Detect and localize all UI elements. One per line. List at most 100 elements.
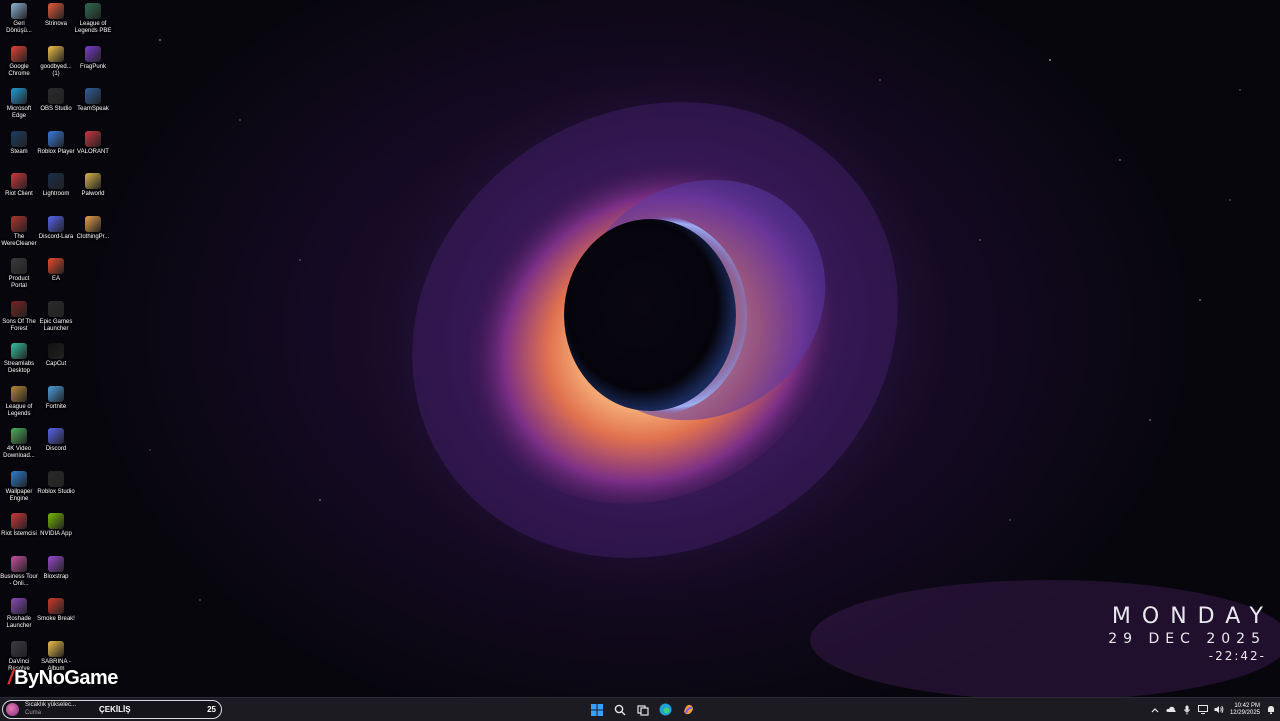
desktop-shortcut[interactable]: NVIDIA App: [37, 513, 75, 538]
desktop-shortcut[interactable]: Smoke Break!: [37, 598, 75, 623]
desktop-shortcut[interactable]: Roblox Studio: [37, 470, 75, 496]
bloxstrap-icon: [48, 555, 64, 572]
desktop-shortcut[interactable]: Epic Games Launcher: [37, 300, 75, 333]
product-portal-icon: [11, 258, 27, 274]
promo-label: ÇEKİLİŞ: [99, 705, 131, 714]
taskbar-pinned-apps: [588, 701, 697, 719]
riot-client-icon: [11, 173, 27, 189]
desktop-shortcut-label: FragPunk: [79, 63, 106, 70]
taskbar-edge-button[interactable]: [657, 701, 674, 718]
volume-icon[interactable]: [1214, 705, 1224, 715]
desktop-shortcut[interactable]: Business Tour - Onli...: [0, 555, 38, 588]
steam-icon: [11, 130, 27, 147]
desktop-shortcut[interactable]: VALORANT: [74, 130, 112, 156]
desktop-shortcut[interactable]: Geri Dönüşü...: [0, 3, 38, 35]
nvidia-icon: [48, 513, 64, 529]
desktop-shortcut-label: Google Chrome: [8, 63, 30, 77]
strinova-icon: [48, 3, 64, 19]
desktop-shortcut[interactable]: Discord-Lara: [37, 215, 75, 241]
wallpaper-engine-icon: [11, 470, 27, 487]
desktop-shortcut[interactable]: EA: [37, 258, 75, 283]
onedrive-cloud-icon[interactable]: [1166, 705, 1176, 715]
desktop-shortcut[interactable]: Discord: [37, 428, 75, 453]
desktop-shortcut-label: Discord: [45, 446, 67, 452]
desktop-shortcut-label: Epic Games Launcher: [39, 318, 73, 332]
desktop-shortcut[interactable]: 4K Video Download...: [0, 428, 38, 460]
desktop-shortcut[interactable]: TeamSpeak: [74, 88, 112, 113]
teamspeak-icon: [85, 88, 101, 104]
notifications-bell-icon[interactable]: [1266, 705, 1276, 715]
desktop-shortcut-label: ClothingPr...: [76, 233, 110, 240]
desktop-shortcut-label: Wallpaper Engine: [5, 488, 33, 502]
epic-games-icon: [48, 300, 64, 317]
davinci-icon: [11, 640, 27, 657]
desktop-shortcut-label: Riot Client: [5, 191, 33, 197]
display-icon[interactable]: [1197, 705, 1208, 715]
fortnite-icon: [48, 385, 64, 402]
desktop-shortcut[interactable]: Bloxstrap: [37, 555, 75, 581]
show-hidden-icons-chevron-icon[interactable]: [1150, 705, 1160, 715]
desktop-shortcut[interactable]: Palworld: [74, 173, 112, 198]
desktop-shortcut[interactable]: Fortnite: [37, 385, 75, 411]
clock-date: 29 DEC 2025: [1108, 631, 1266, 647]
desktop-shortcut-label: Smoke Break!: [37, 616, 75, 622]
desktop-shortcut[interactable]: Riot Client: [0, 173, 38, 198]
watermark-logo-icon: /: [8, 667, 14, 689]
desktop-shortcut[interactable]: Strinova: [37, 3, 75, 28]
weather-day: Cuma: [25, 710, 42, 716]
desktop-shortcut[interactable]: Google Chrome: [0, 45, 38, 78]
discord-icon: [48, 428, 64, 444]
lol-pbe-icon: [85, 3, 101, 19]
desktop-shortcut-label: Roshade Launcher: [6, 616, 32, 629]
bynogame-watermark: /ByNoGame: [8, 667, 118, 690]
4k-video-icon: [11, 428, 27, 444]
roblox-studio-icon: [48, 470, 64, 487]
task-view-icon: [636, 704, 649, 716]
desktop-shortcut[interactable]: CapCut: [37, 343, 75, 368]
taskbar-copilot-button[interactable]: [680, 701, 697, 718]
desktop-shortcut[interactable]: Steam: [0, 130, 38, 156]
desktop-shortcut[interactable]: The WereCleaner: [0, 215, 38, 248]
copilot-icon: [684, 704, 693, 715]
desktop-shortcut-label: Discord-Lara: [38, 233, 74, 240]
desktop-shortcut[interactable]: Riot İstemcisi: [0, 513, 38, 538]
obs-icon: [48, 88, 64, 104]
lol-icon: [11, 385, 27, 402]
smoke-break-icon: [48, 598, 64, 614]
desktop-shortcut[interactable]: League of Legends PBE: [74, 3, 112, 35]
desktop-shortcut[interactable]: OBS Studio: [37, 88, 75, 113]
start-button[interactable]: [588, 701, 605, 718]
desktop-shortcut[interactable]: Lightroom: [37, 173, 75, 198]
clock-day: MONDAY: [1111, 604, 1274, 629]
tray-date: 12/29/2025: [1229, 709, 1260, 716]
search-icon: [614, 704, 625, 715]
desktop-shortcut[interactable]: League of Legends: [0, 385, 38, 418]
search-button[interactable]: [611, 701, 628, 718]
desktop-shortcut[interactable]: Microsoft Edge: [0, 88, 38, 120]
desktop-shortcut[interactable]: FragPunk: [74, 45, 112, 71]
desktop-shortcut[interactable]: Product Portal: [0, 258, 38, 290]
desktop-shortcut-label: Geri Dönüşü...: [6, 21, 32, 34]
desktop-shortcut-label: Sons Of The Forest: [2, 318, 36, 332]
werecleaner-icon: [11, 215, 27, 232]
desktop-shortcut[interactable]: goodbyed... (1): [37, 45, 75, 78]
desktop-shortcut[interactable]: Roblox Player: [37, 130, 75, 156]
desktop-shortcut[interactable]: Wallpaper Engine: [0, 470, 38, 503]
desktop-shortcut-label: TeamSpeak: [77, 106, 109, 112]
desktop-shortcut[interactable]: Streamlabs Desktop: [0, 343, 38, 375]
desktop-shortcut-label: CapCut: [45, 361, 67, 367]
microphone-icon[interactable]: [1182, 705, 1192, 715]
desktop-shortcut[interactable]: Roshade Launcher: [0, 598, 38, 630]
taskbar-clock[interactable]: 10:42 PM 12/29/2025: [1230, 703, 1260, 717]
task-view-button[interactable]: [634, 701, 651, 718]
tray-time: 10:42 PM: [1234, 702, 1260, 709]
black-hole-artwork: [149, 24, 1280, 697]
desktop-shortcut[interactable]: Sons Of The Forest: [0, 300, 38, 333]
desktop-shortcut[interactable]: ClothingPr...: [74, 215, 112, 241]
sons-forest-icon: [11, 300, 27, 317]
desktop-shortcut-label: Riot İstemcisi: [1, 531, 37, 537]
desktop-shortcut-label: Roblox Player: [37, 148, 75, 155]
widgets-button[interactable]: Sıcaklık yükselec... Cuma ÇEKİLİŞ 25: [2, 700, 222, 719]
desktop-shortcut-label: goodbyed... (1): [40, 63, 72, 77]
clock-widget: MONDAY 29 DEC 2025 -22:42-: [1108, 604, 1266, 663]
